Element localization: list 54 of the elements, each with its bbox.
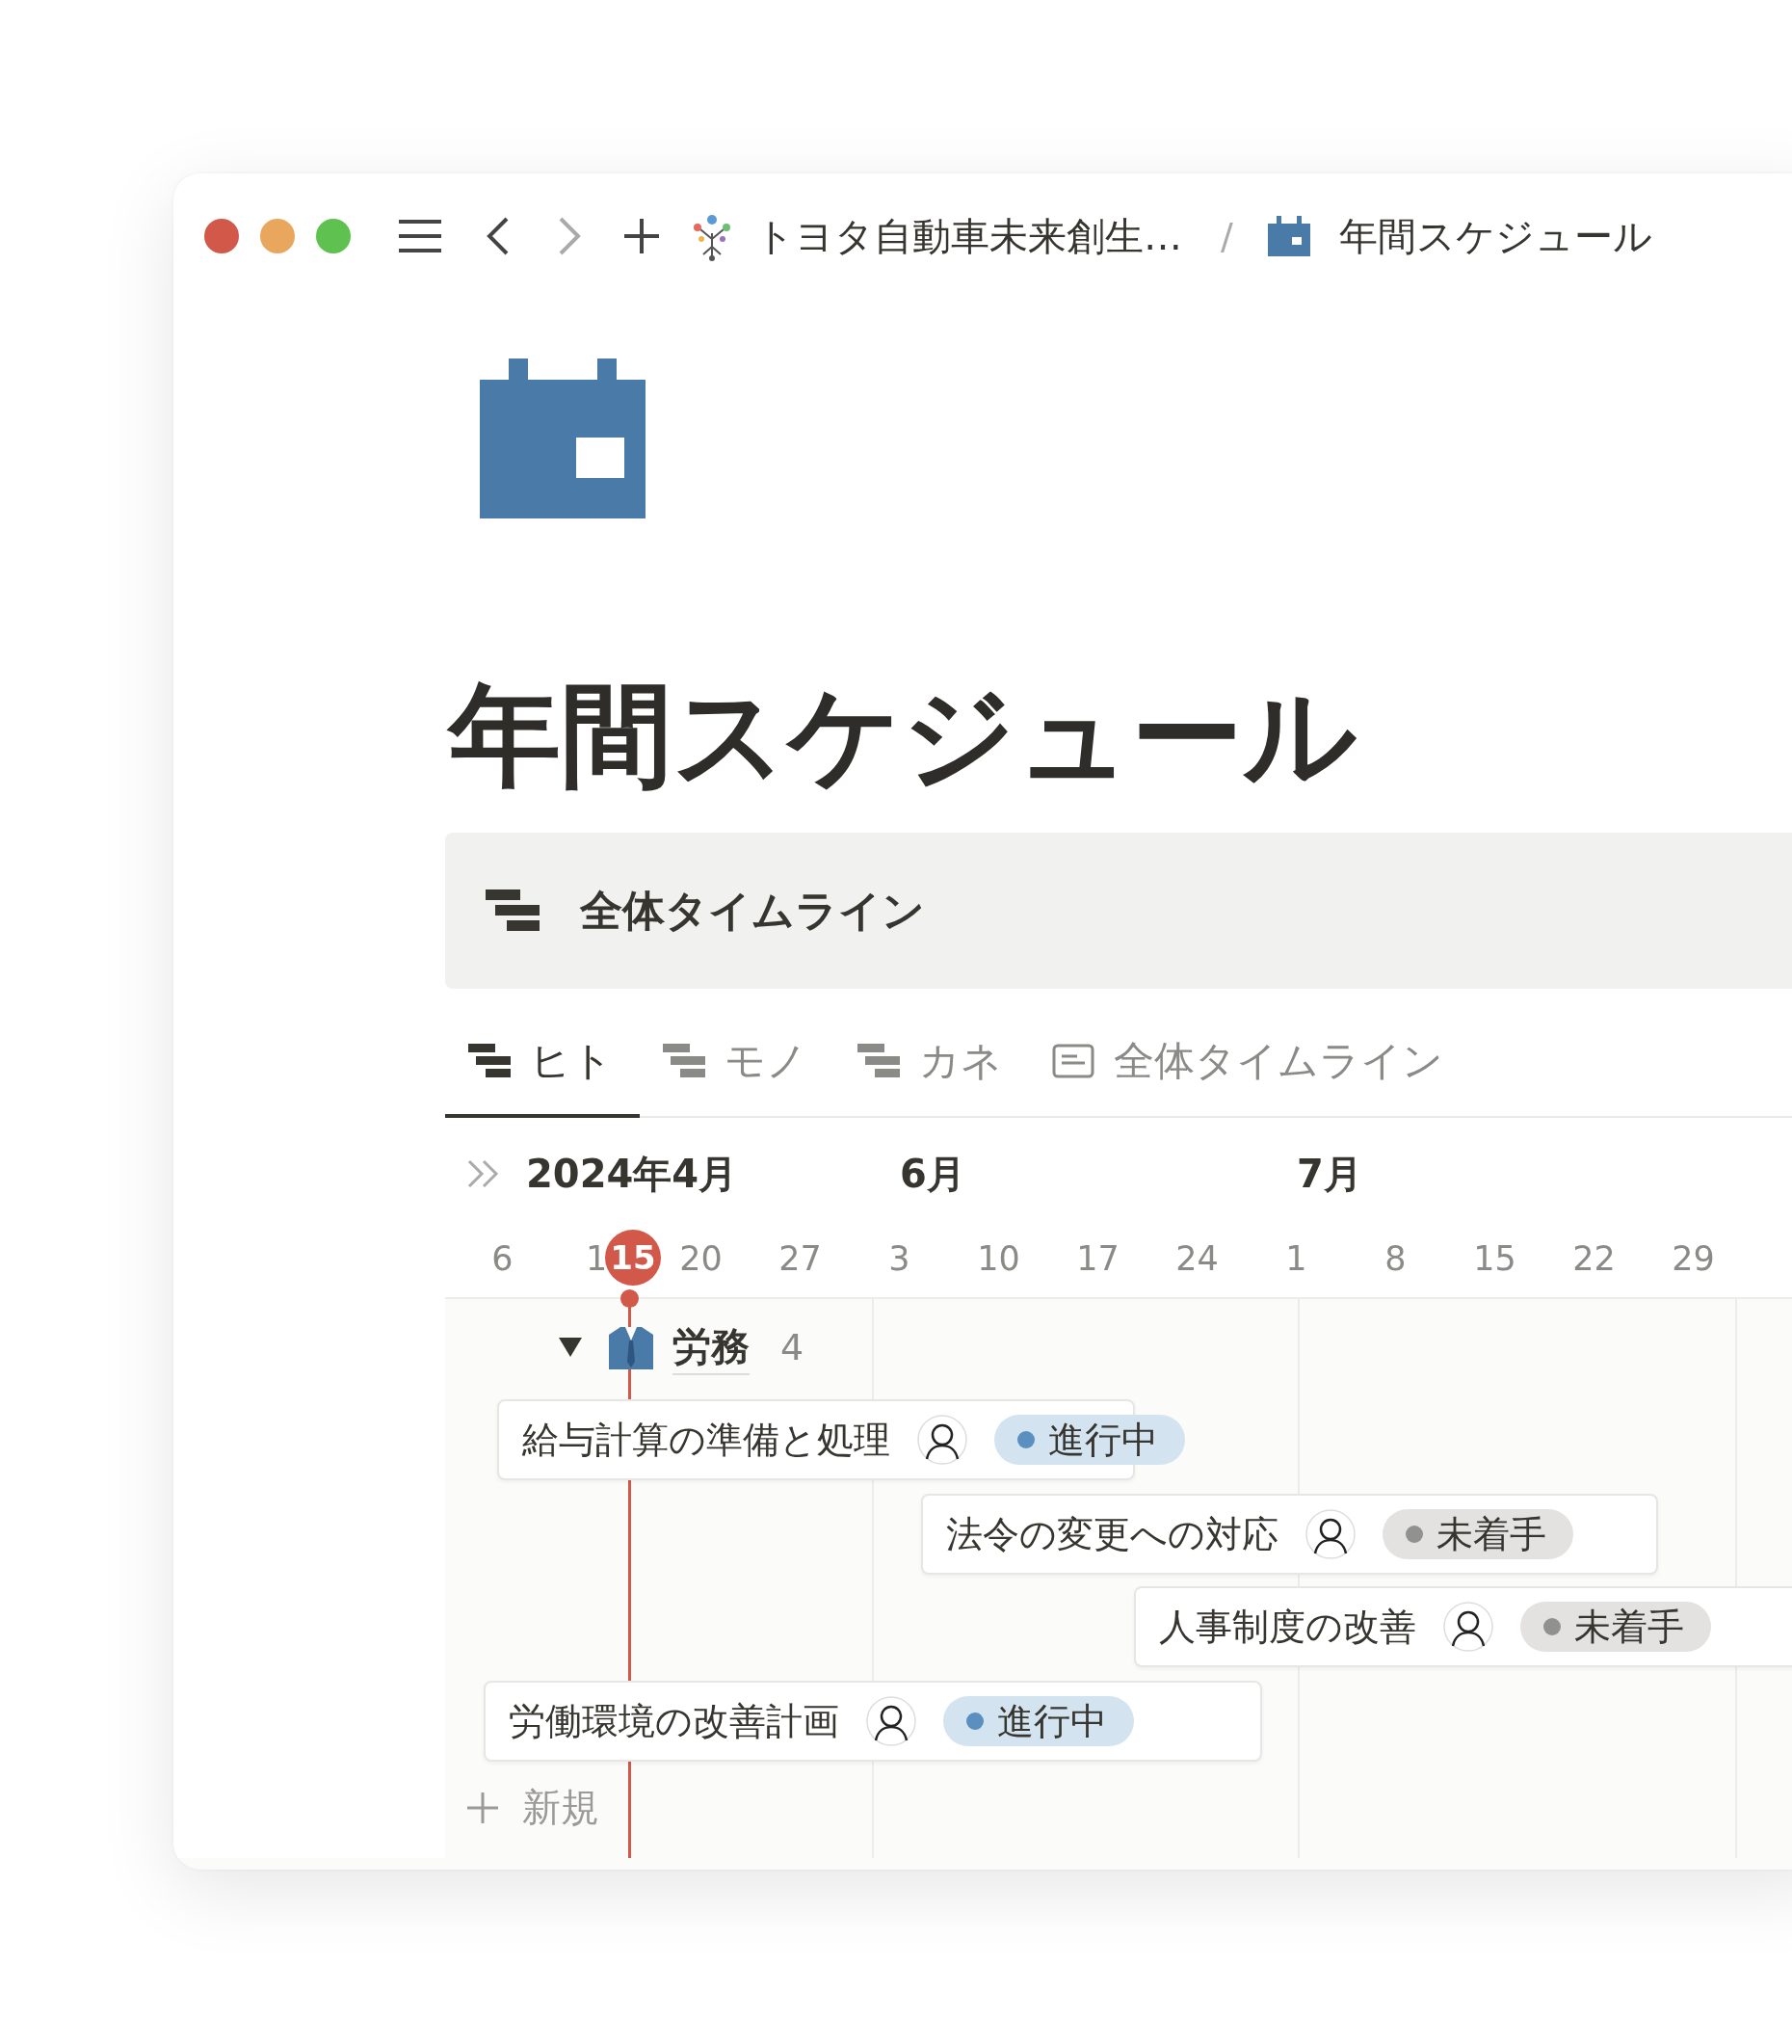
avatar-icon — [1443, 1602, 1493, 1652]
date-label: 29 — [1671, 1239, 1716, 1278]
date-label: 1 — [586, 1239, 605, 1278]
close-window-button[interactable] — [204, 219, 239, 253]
timeline-icon — [468, 1044, 511, 1078]
date-label: 15 — [1472, 1239, 1517, 1278]
date-label: 22 — [1571, 1239, 1617, 1278]
timeline-icon — [486, 889, 540, 932]
suit-icon — [607, 1325, 655, 1369]
status-dot-icon — [1017, 1431, 1035, 1448]
item-count: 4 — [780, 1326, 804, 1368]
task-title: 人事制度の改善 — [1159, 1604, 1416, 1650]
status-dot-icon — [966, 1712, 984, 1730]
today-marker: 15 — [605, 1230, 661, 1286]
status-label: 進行中 — [1048, 1417, 1158, 1463]
avatar-icon — [917, 1415, 967, 1465]
task-title: 給与計算の準備と処理 — [522, 1417, 890, 1463]
timeline-icon — [663, 1044, 705, 1078]
list-icon — [1052, 1044, 1094, 1078]
date-label: 24 — [1174, 1239, 1220, 1278]
timeline-icon — [857, 1044, 900, 1078]
menu-icon[interactable] — [397, 217, 443, 255]
status-label: 未着手 — [1574, 1604, 1684, 1650]
date-label: 20 — [678, 1239, 724, 1278]
month-label: 7月 — [1297, 1150, 1362, 1198]
date-label: 1 — [1284, 1239, 1308, 1278]
status-dot-icon — [1543, 1618, 1561, 1635]
calendar-icon — [1267, 216, 1310, 256]
date-label: 6 — [490, 1239, 514, 1278]
date-label: 17 — [1075, 1239, 1120, 1278]
avatar-icon — [866, 1696, 916, 1746]
date-label: 10 — [976, 1239, 1021, 1278]
date-label: 3 — [887, 1239, 911, 1278]
group-label[interactable]: 労務 — [672, 1319, 750, 1375]
month-label: 6月 — [900, 1150, 966, 1198]
status-label: 未着手 — [1436, 1511, 1546, 1557]
breadcrumb-separator: / — [1221, 215, 1233, 257]
avatar-icon — [1305, 1509, 1356, 1559]
date-label: 27 — [777, 1239, 823, 1278]
today-dot — [620, 1289, 639, 1308]
breadcrumb-link[interactable]: トヨタ自動車未来創生… — [755, 209, 1182, 263]
view-title: 全体タイムライン — [580, 884, 925, 937]
caret-icon[interactable] — [559, 1338, 582, 1357]
add-icon[interactable] — [622, 217, 661, 255]
date-label: 8 — [1384, 1239, 1408, 1278]
status-label: 進行中 — [997, 1698, 1107, 1744]
status-dot-icon — [1406, 1526, 1423, 1543]
task-title: 法令の変更への対応 — [946, 1511, 1278, 1557]
view-tab[interactable]: ヒト — [445, 1008, 640, 1118]
back-icon[interactable] — [486, 216, 511, 256]
breadcrumb-link[interactable]: 年間スケジュール — [1338, 209, 1652, 263]
task-title: 労働環境の改善計画 — [509, 1698, 839, 1744]
month-label: 2024年4月 — [526, 1150, 739, 1198]
plus-icon — [466, 1791, 499, 1824]
